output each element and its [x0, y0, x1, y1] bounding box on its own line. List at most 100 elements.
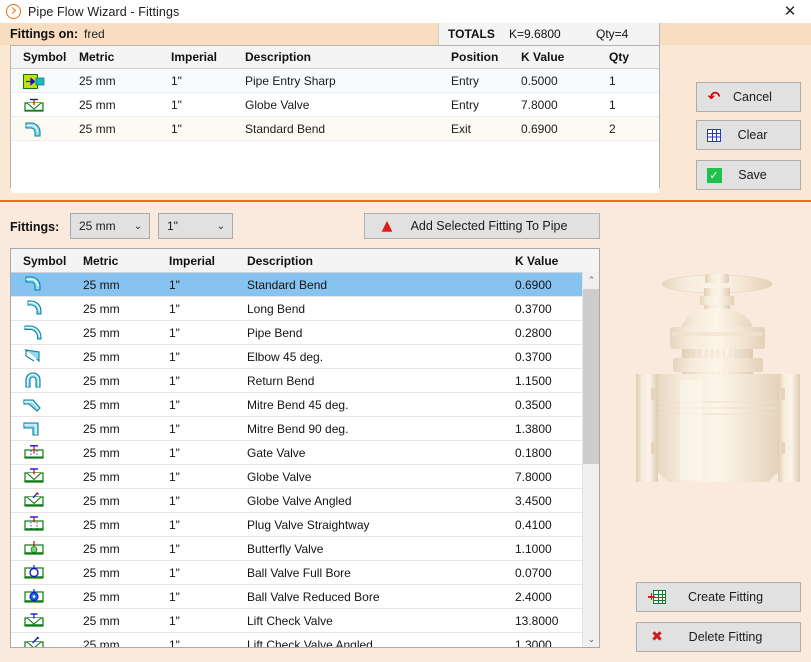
table-row[interactable]: 25 mm 1" Standard Bend Exit 0.6900 2	[11, 117, 659, 141]
list-item[interactable]: 25 mm 1" Mitre Bend 90 deg. 1.3800	[11, 417, 599, 441]
lift-check-valve-angled-icon	[23, 636, 45, 647]
cell-imperial: 1"	[169, 470, 180, 484]
cell-kvalue: 0.2800	[515, 326, 552, 340]
cell-kvalue: 0.3700	[515, 350, 552, 364]
header-band: Fittings on: fred TOTALS K=9.6800 Qty=4	[0, 23, 811, 45]
column-header-symbol: Symbol	[23, 50, 67, 64]
fittings-on-value: fred	[84, 27, 105, 41]
list-item[interactable]: 25 mm 1" Mitre Bend 45 deg. 0.3500	[11, 393, 599, 417]
list-item[interactable]: 25 mm 1" Butterfly Valve 1.1000	[11, 537, 599, 561]
cell-imperial: 1"	[169, 518, 180, 532]
globe-valve-icon	[23, 468, 45, 487]
fitting-list[interactable]: Symbol Metric Imperial Description K Val…	[10, 248, 600, 648]
cell-kvalue: 1.3800	[515, 422, 552, 436]
list-item[interactable]: 25 mm 1" Ball Valve Full Bore 0.0700	[11, 561, 599, 585]
list-item[interactable]: 25 mm 1" Globe Valve 7.8000	[11, 465, 599, 489]
return-bend-icon	[23, 372, 43, 391]
fittings-dialog: Pipe Flow Wizard - Fittings ✕ Fittings o…	[0, 0, 811, 662]
list-item[interactable]: 25 mm 1" Plug Valve Straightway 0.4100	[11, 513, 599, 537]
cell-kvalue: 1.1500	[515, 374, 552, 388]
cell-metric: 25 mm	[83, 302, 120, 316]
pipe-entry-sharp-icon	[23, 74, 45, 92]
imperial-size-value: 1"	[167, 219, 178, 233]
cell-imperial: 1"	[169, 278, 180, 292]
add-selected-fitting-label: Add Selected Fitting To Pipe	[410, 219, 568, 233]
scroll-down-icon[interactable]: ⌄	[583, 631, 599, 647]
column-header-metric: Metric	[79, 50, 115, 64]
butterfly-valve-icon	[23, 540, 45, 559]
column-header-imperial: Imperial	[169, 254, 216, 268]
cell-imperial: 1"	[171, 98, 182, 112]
add-table-icon	[637, 590, 677, 604]
undo-arrow-icon: ↶	[707, 88, 721, 106]
green-check-icon: ✓	[697, 167, 731, 183]
add-selected-fitting-button[interactable]: ▲ Add Selected Fitting To Pipe	[364, 213, 600, 239]
cell-description: Plug Valve Straightway	[247, 518, 370, 532]
cell-imperial: 1"	[169, 542, 180, 556]
pipe-fittings-grid[interactable]: Symbol Metric Imperial Description Posit…	[10, 45, 660, 193]
cell-metric: 25 mm	[83, 566, 120, 580]
cell-imperial: 1"	[171, 74, 182, 88]
cell-imperial: 1"	[169, 302, 180, 316]
elbow-45-icon	[23, 348, 43, 367]
cell-description: Mitre Bend 45 deg.	[247, 398, 349, 412]
cell-kvalue: 1.3000	[515, 638, 552, 648]
cell-metric: 25 mm	[79, 74, 116, 88]
list-item[interactable]: 25 mm 1" Globe Valve Angled 3.4500	[11, 489, 599, 513]
list-item[interactable]: 25 mm 1" Return Bend 1.1500	[11, 369, 599, 393]
cell-description: Ball Valve Reduced Bore	[247, 590, 380, 604]
column-header-imperial: Imperial	[171, 50, 218, 64]
metric-size-select[interactable]: 25 mm ⌄	[70, 213, 150, 239]
totals-panel: TOTALS K=9.6800 Qty=4	[438, 23, 660, 45]
cell-kvalue: 0.3500	[515, 398, 552, 412]
fitting-list-header: Symbol Metric Imperial Description K Val…	[11, 249, 599, 273]
cell-metric: 25 mm	[83, 494, 120, 508]
chevron-circle-icon	[6, 4, 21, 19]
cell-qty: 2	[609, 122, 616, 136]
list-item[interactable]: 25 mm 1" Ball Valve Reduced Bore 2.4000	[11, 585, 599, 609]
list-item[interactable]: 25 mm 1" Elbow 45 deg. 0.3700	[11, 345, 599, 369]
cell-metric: 25 mm	[79, 98, 116, 112]
list-item[interactable]: 25 mm 1" Lift Check Valve Angled 1.3000	[11, 633, 599, 648]
cell-imperial: 1"	[169, 566, 180, 580]
cell-description: Return Bend	[247, 374, 315, 388]
clear-button[interactable]: Clear	[696, 120, 801, 150]
save-button[interactable]: ✓ Save	[696, 160, 801, 190]
clear-button-label: Clear	[737, 128, 768, 142]
cell-imperial: 1"	[169, 614, 180, 628]
list-item[interactable]: 25 mm 1" Pipe Bend 0.2800	[11, 321, 599, 345]
cell-kvalue: 0.1800	[515, 446, 552, 460]
metric-size-value: 25 mm	[79, 219, 116, 233]
delete-fitting-label: Delete Fitting	[688, 630, 763, 644]
list-item[interactable]: 25 mm 1" Standard Bend 0.6900	[11, 273, 599, 297]
scroll-up-icon[interactable]: ⌃	[583, 272, 599, 289]
cell-metric: 25 mm	[83, 518, 120, 532]
imperial-size-select[interactable]: 1" ⌄	[158, 213, 233, 239]
cell-description: Pipe Bend	[247, 326, 303, 340]
cell-metric: 25 mm	[83, 446, 120, 460]
close-icon[interactable]: ✕	[769, 0, 811, 23]
list-item[interactable]: 25 mm 1" Gate Valve 0.1800	[11, 441, 599, 465]
plug-valve-straightway-icon	[23, 516, 45, 535]
cell-description: Mitre Bend 90 deg.	[247, 422, 349, 436]
cell-metric: 25 mm	[83, 638, 120, 648]
table-row[interactable]: 25 mm 1" Globe Valve Entry 7.8000 1	[11, 93, 659, 117]
red-up-arrow-icon: ▲	[381, 218, 393, 234]
ball-valve-full-bore-icon	[23, 564, 45, 583]
create-fitting-button[interactable]: Create Fitting	[636, 582, 801, 612]
cell-position: Entry	[451, 98, 480, 112]
list-item[interactable]: 25 mm 1" Long Bend 0.3700	[11, 297, 599, 321]
cell-description: Globe Valve Angled	[247, 494, 352, 508]
table-row[interactable]: 25 mm 1" Pipe Entry Sharp Entry 0.5000 1	[11, 69, 659, 93]
list-item[interactable]: 25 mm 1" Lift Check Valve 13.8000	[11, 609, 599, 633]
cancel-button[interactable]: ↶ Cancel	[696, 82, 801, 112]
grid-icon	[697, 128, 731, 142]
section-divider	[0, 200, 811, 202]
mitre-bend-45-icon	[23, 396, 43, 415]
cell-imperial: 1"	[169, 350, 180, 364]
scrollbar-thumb[interactable]	[583, 289, 599, 464]
window-title: Pipe Flow Wizard - Fittings	[28, 4, 180, 19]
list-scrollbar[interactable]: ⌃ ⌄	[582, 272, 599, 647]
delete-fitting-button[interactable]: ✖ Delete Fitting	[636, 622, 801, 652]
cell-imperial: 1"	[169, 374, 180, 388]
